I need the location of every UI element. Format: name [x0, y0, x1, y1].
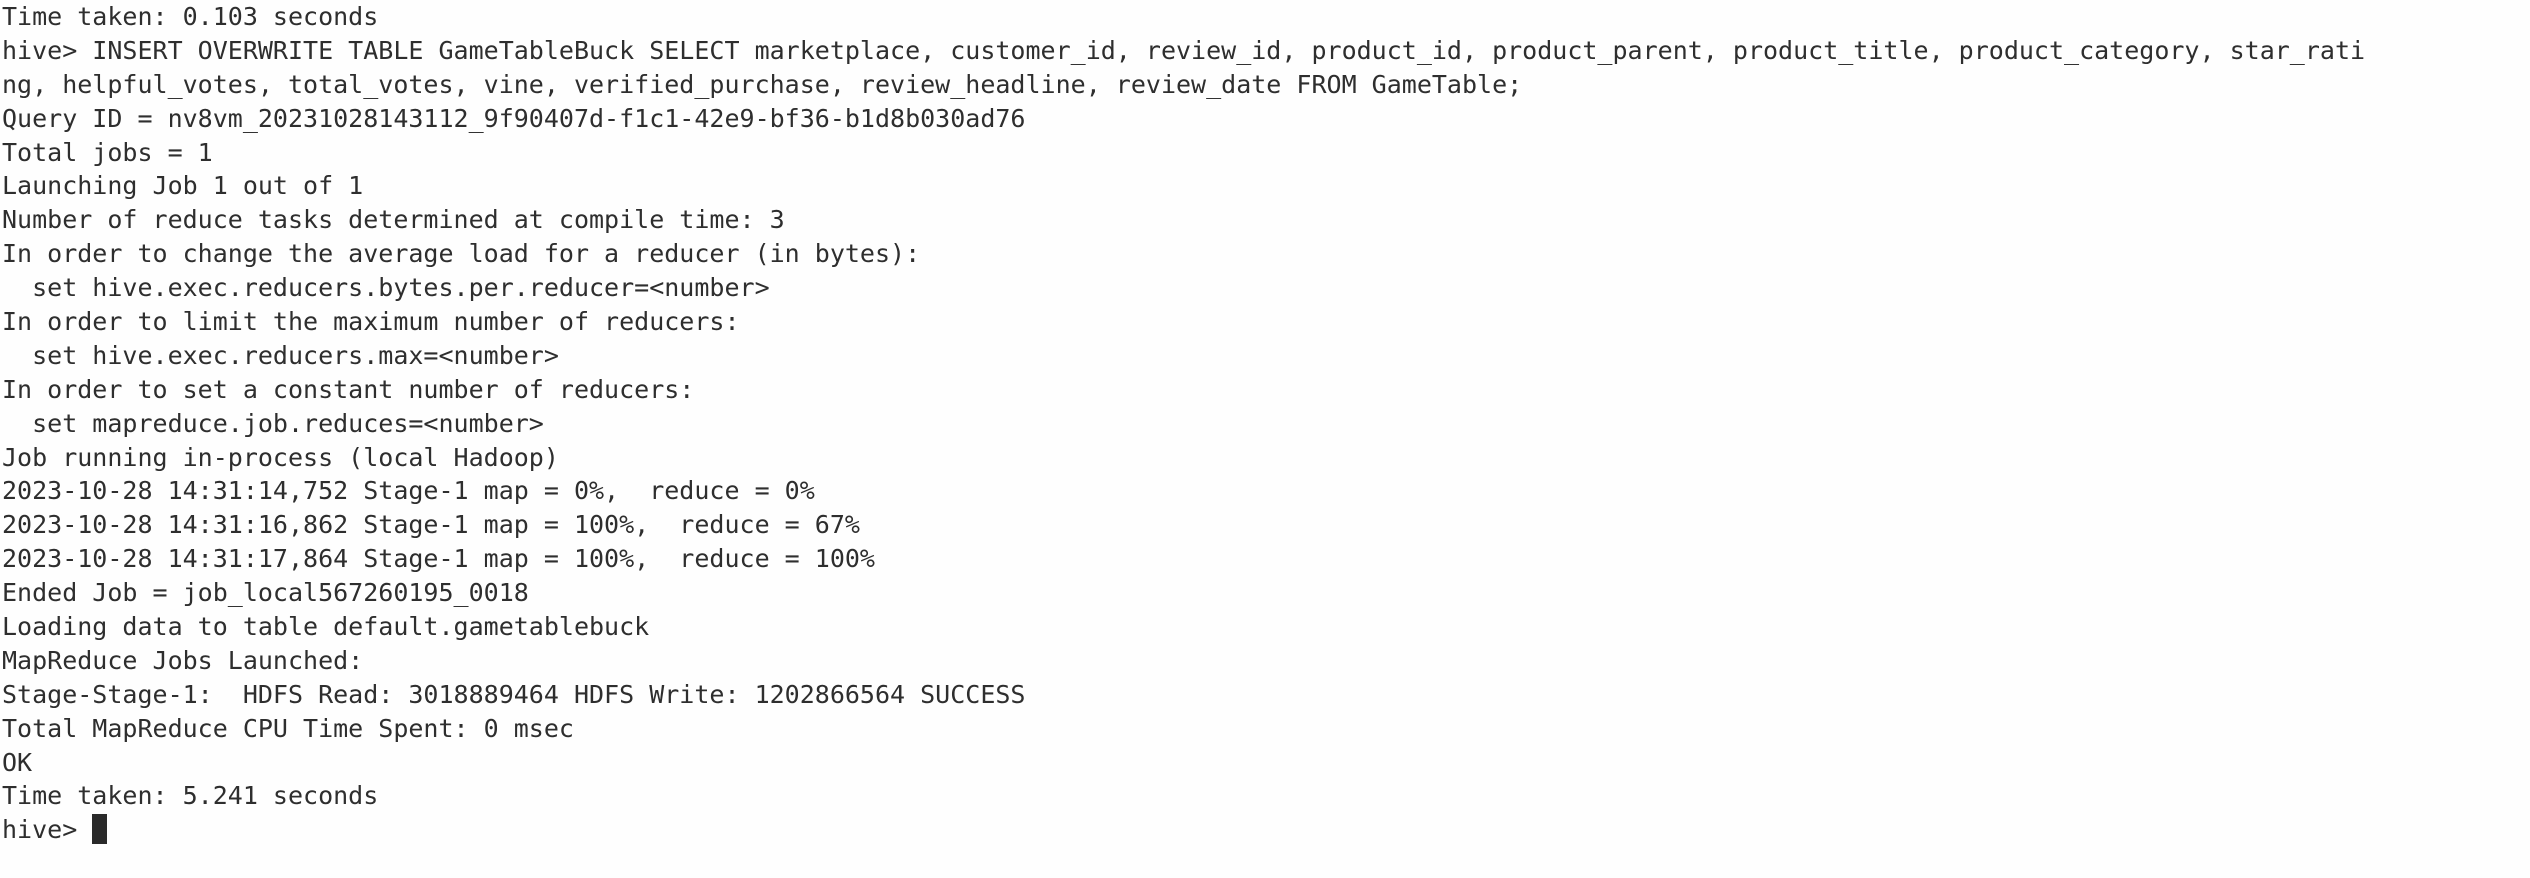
command-prompt-line[interactable]: hive> — [2, 813, 2530, 847]
output-line-progress: 2023-10-28 14:31:17,864 Stage-1 map = 10… — [2, 544, 875, 574]
output-line: MapReduce Jobs Launched: — [2, 645, 364, 675]
output-line: In order to set a constant number of red… — [2, 374, 695, 404]
output-line: set hive.exec.reducers.bytes.per.reducer… — [2, 273, 770, 303]
terminal-output: Time taken: 0.103 seconds hive> INSERT O… — [2, 0, 2530, 813]
output-line-command-wrap: ng, helpful_votes, total_votes, vine, ve… — [2, 69, 1523, 99]
terminal-window[interactable]: Time taken: 0.103 seconds hive> INSERT O… — [0, 0, 2530, 878]
output-line: Job running in-process (local Hadoop) — [2, 442, 559, 472]
output-line: Total MapReduce CPU Time Spent: 0 msec — [2, 713, 574, 743]
output-line: set mapreduce.job.reduces=<number> — [2, 408, 544, 438]
hive-prompt: hive> — [2, 815, 93, 845]
output-line: Stage-Stage-1: HDFS Read: 3018889464 HDF… — [2, 679, 1026, 709]
output-line: set hive.exec.reducers.max=<number> — [2, 340, 559, 370]
output-line: Time taken: 5.241 seconds — [2, 781, 379, 811]
output-line-command: hive> INSERT OVERWRITE TABLE GameTableBu… — [2, 35, 2366, 65]
output-line: OK — [2, 747, 33, 777]
output-line: Ended Job = job_local567260195_0018 — [2, 578, 529, 608]
output-line: In order to limit the maximum number of … — [2, 307, 740, 337]
output-line: Launching Job 1 out of 1 — [2, 171, 364, 201]
output-line-progress: 2023-10-28 14:31:16,862 Stage-1 map = 10… — [2, 510, 860, 540]
output-line: Time taken: 0.103 seconds — [2, 2, 379, 31]
text-cursor — [92, 814, 108, 845]
output-line: Loading data to table default.gametableb… — [2, 612, 650, 642]
output-line: In order to change the average load for … — [2, 239, 921, 269]
output-line-progress: 2023-10-28 14:31:14,752 Stage-1 map = 0%… — [2, 476, 815, 506]
output-line: Number of reduce tasks determined at com… — [2, 205, 785, 235]
output-line: Query ID = nv8vm_20231028143112_9f90407d… — [2, 103, 1026, 133]
output-line: Total jobs = 1 — [2, 137, 213, 167]
